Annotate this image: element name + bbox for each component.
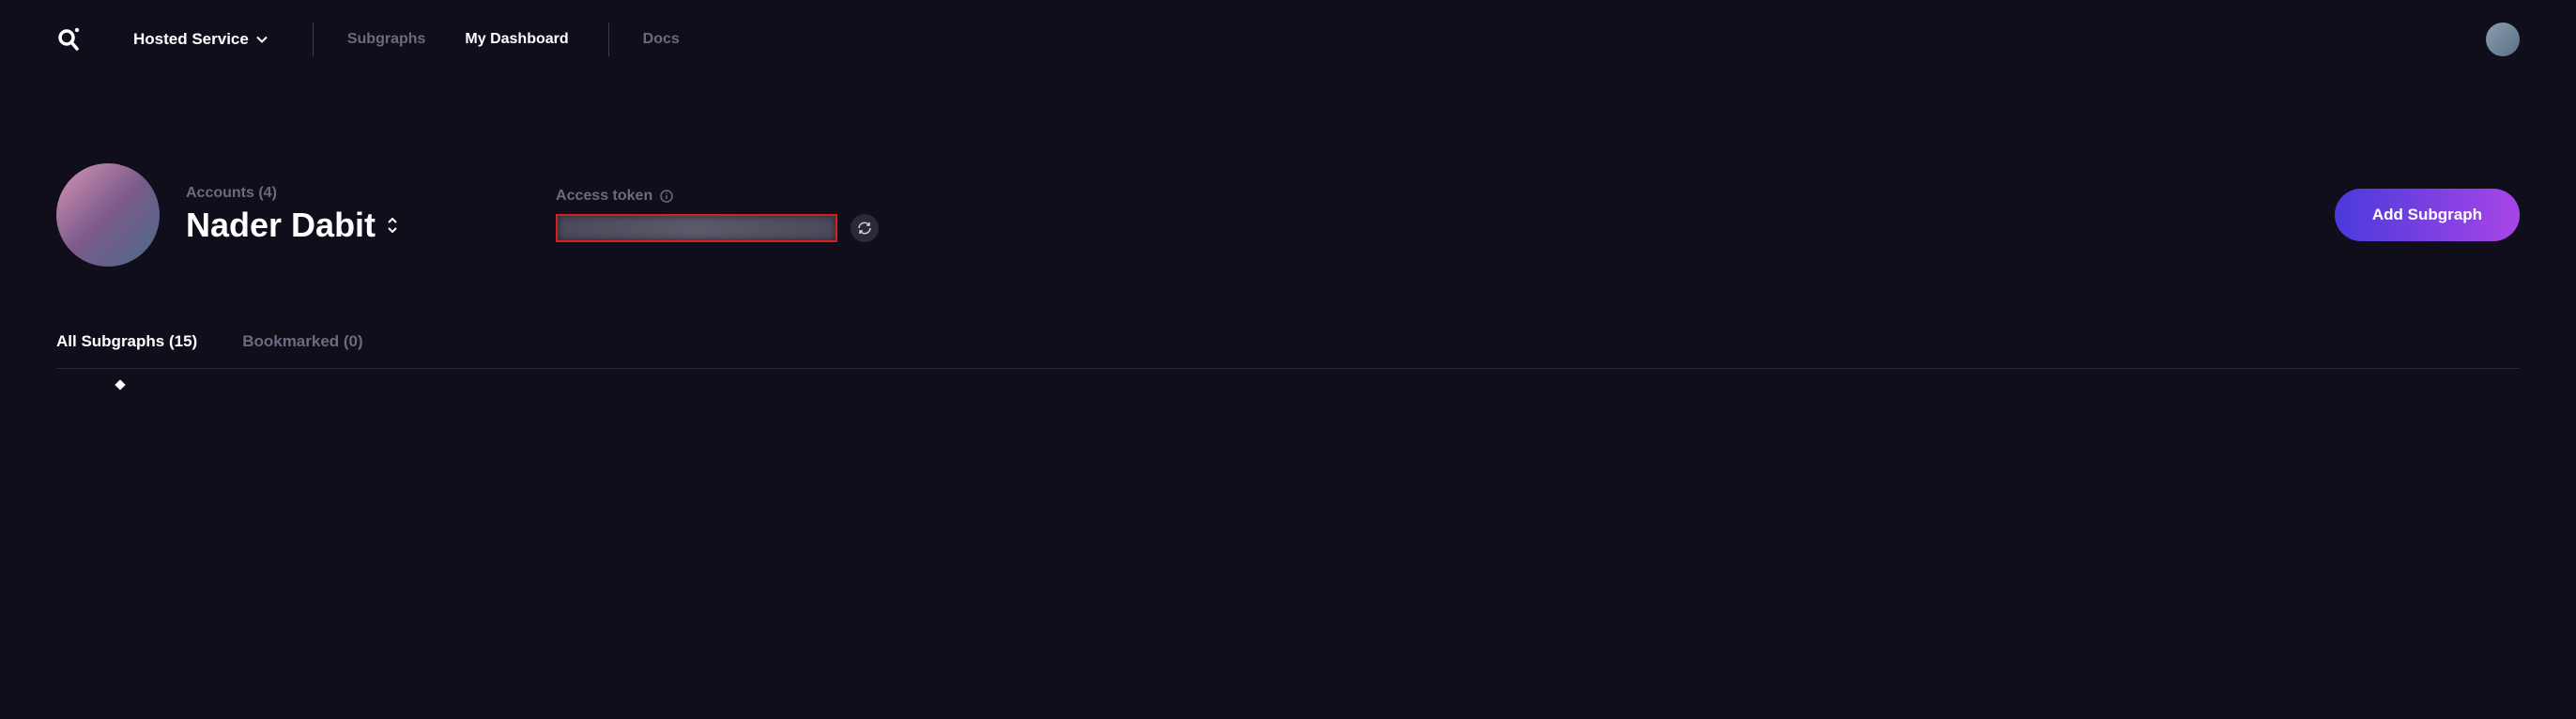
graph-logo-icon	[56, 24, 81, 54]
user-info: Accounts (4) Nader Dabit	[186, 185, 398, 245]
access-token-label: Access token	[556, 188, 652, 205]
nav-divider	[608, 23, 609, 56]
account-switcher-icon[interactable]	[387, 218, 398, 233]
token-label-row: Access token	[556, 188, 879, 205]
nav-divider	[313, 23, 314, 56]
refresh-icon	[857, 221, 872, 236]
user-avatar-large	[56, 163, 160, 267]
active-tab-indicator	[115, 379, 125, 390]
accounts-count-label: Accounts (4)	[186, 185, 398, 202]
chevron-down-icon	[256, 36, 268, 43]
profile-row: Accounts (4) Nader Dabit Access token	[56, 163, 2520, 267]
user-name: Nader Dabit	[186, 206, 376, 245]
nav-subgraphs[interactable]: Subgraphs	[347, 31, 426, 48]
header: Hosted Service Subgraphs My Dashboard Do…	[0, 0, 2576, 79]
user-name-row[interactable]: Nader Dabit	[186, 206, 398, 245]
refresh-token-button[interactable]	[851, 214, 879, 242]
access-token-section: Access token	[556, 188, 879, 242]
nav-my-dashboard[interactable]: My Dashboard	[465, 31, 568, 48]
nav-docs[interactable]: Docs	[643, 31, 680, 48]
service-dropdown[interactable]: Hosted Service	[133, 30, 268, 49]
token-row	[556, 214, 879, 242]
info-icon[interactable]	[660, 190, 673, 203]
add-subgraph-button[interactable]: Add Subgraph	[2335, 189, 2520, 241]
logo[interactable]	[56, 24, 81, 54]
tabs: All Subgraphs (15) Bookmarked (0)	[56, 332, 2520, 369]
user-avatar-small[interactable]	[2486, 23, 2520, 56]
tab-bookmarked[interactable]: Bookmarked (0)	[242, 332, 362, 351]
main-content: Accounts (4) Nader Dabit Access token	[0, 79, 2576, 369]
tab-all-subgraphs[interactable]: All Subgraphs (15)	[56, 332, 197, 351]
service-label: Hosted Service	[133, 30, 249, 49]
access-token-value[interactable]	[556, 214, 837, 242]
